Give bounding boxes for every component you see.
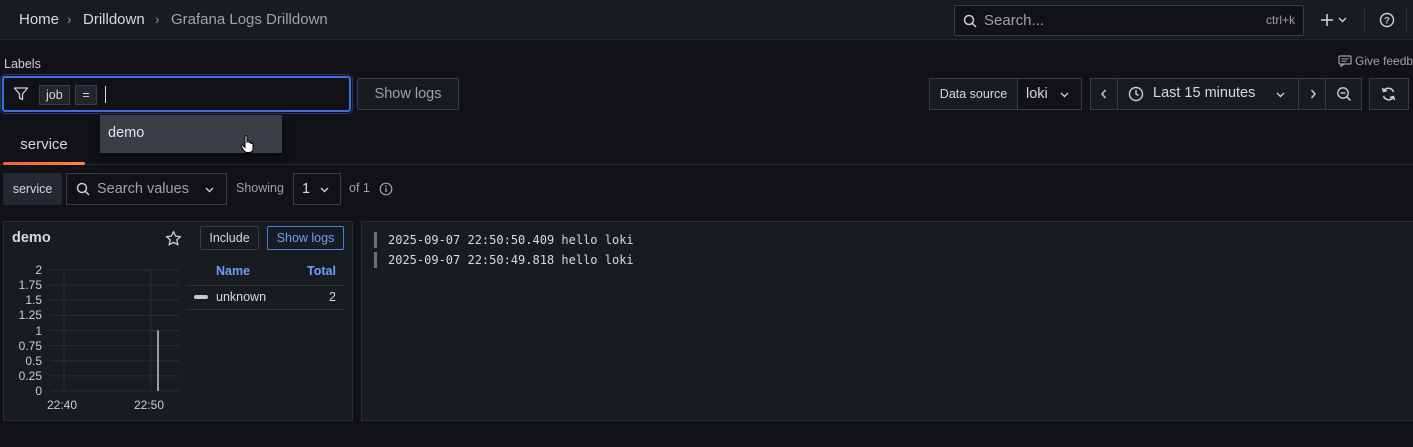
chevron-down-icon bbox=[1060, 92, 1069, 98]
search-placeholder: Search... bbox=[984, 12, 1045, 29]
show-logs-button[interactable]: Show logs bbox=[357, 78, 459, 110]
zoom-out-icon bbox=[1337, 87, 1352, 102]
log-line[interactable]: 2025-09-07 22:50:50.409 hello loki bbox=[374, 232, 634, 248]
refresh-icon bbox=[1381, 87, 1396, 101]
time-range-picker[interactable]: Last 15 minutes bbox=[1117, 78, 1299, 110]
time-back-button[interactable] bbox=[1090, 78, 1118, 110]
legend-series-name[interactable]: unknown bbox=[216, 290, 266, 304]
chevron-right-icon bbox=[1310, 89, 1316, 99]
give-feedback-link[interactable]: Give feedback bbox=[1338, 54, 1413, 68]
datasource-value: loki bbox=[1026, 86, 1048, 102]
logs-panel bbox=[361, 221, 1413, 421]
datasource-label: Data source bbox=[929, 78, 1018, 110]
log-line[interactable]: 2025-09-07 22:50:49.818 hello loki bbox=[374, 252, 634, 268]
legend-divider bbox=[186, 309, 344, 310]
x-tick-label: 22:50 bbox=[134, 398, 165, 412]
legend-total-header[interactable]: Total bbox=[307, 264, 336, 278]
help-icon[interactable]: ? bbox=[1379, 12, 1395, 28]
search-bar[interactable]: Search... ctrl+k bbox=[954, 5, 1304, 36]
chevron-left-icon bbox=[1101, 89, 1107, 99]
datasource-select[interactable]: loki bbox=[1017, 78, 1082, 110]
time-series-chart bbox=[50, 269, 179, 392]
time-forward-button[interactable] bbox=[1298, 78, 1326, 110]
search-icon bbox=[963, 14, 977, 28]
legend-series-swatch bbox=[194, 295, 208, 299]
search-shortcut: ctrl+k bbox=[1265, 13, 1295, 27]
chevron-down-icon bbox=[1338, 17, 1347, 23]
clock-icon bbox=[1128, 86, 1144, 102]
give-feedback-label: Give feedback bbox=[1355, 54, 1413, 68]
divider bbox=[1406, 8, 1407, 32]
x-tick-label: 22:40 bbox=[47, 398, 78, 412]
plus-icon bbox=[1321, 14, 1333, 26]
zoom-out-button[interactable] bbox=[1325, 78, 1362, 110]
divider bbox=[1364, 8, 1365, 32]
add-button[interactable] bbox=[1318, 10, 1352, 30]
svg-text:?: ? bbox=[1384, 16, 1390, 27]
legend-name-header[interactable]: Name bbox=[216, 264, 250, 278]
info-icon[interactable] bbox=[379, 182, 393, 196]
legend-series-total: 2 bbox=[329, 290, 336, 304]
chevron-down-icon bbox=[1276, 92, 1285, 98]
legend-divider bbox=[186, 285, 344, 286]
time-range-value: Last 15 minutes bbox=[1153, 85, 1256, 101]
feedback-icon bbox=[1338, 55, 1352, 68]
refresh-button[interactable] bbox=[1369, 78, 1409, 110]
